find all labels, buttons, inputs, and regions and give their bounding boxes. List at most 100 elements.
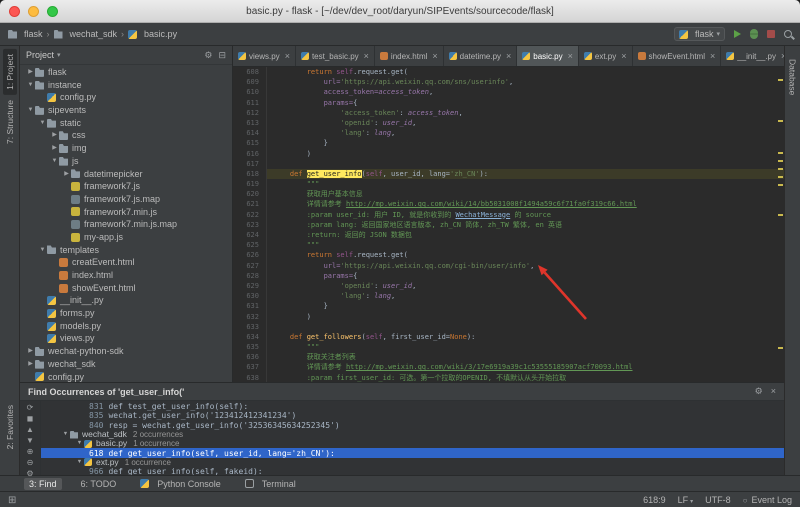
tree-toggle-icon[interactable]: ▶ (26, 358, 35, 371)
tab-test-basic-py[interactable]: test_basic.py × (296, 46, 375, 66)
code-lines[interactable]: return self.request.get( url='https://ap… (267, 67, 784, 382)
stripe-mark[interactable] (778, 347, 783, 349)
code-line-624[interactable]: :return: 返回的 JSON 数据包 (273, 230, 784, 240)
code-line-620[interactable]: 获取用户基本信息 (273, 189, 784, 199)
stripe-mark[interactable] (778, 168, 783, 170)
tree-toggle-icon[interactable]: ▼ (75, 439, 84, 448)
breadcrumb-item-wechat-sdk[interactable]: wechat_sdk (53, 29, 117, 39)
code-line-626[interactable]: return self.request.get( (273, 250, 784, 260)
toolwindow-button-2-favorites[interactable]: 2: Favorites (3, 400, 17, 454)
tree-item-wechat-sdk[interactable]: ▶ wechat_sdk (20, 358, 232, 371)
code-line-636[interactable]: 获取关注者列表 (273, 352, 784, 362)
tree-item-templates[interactable]: ▼ templates (20, 244, 232, 257)
caret-position[interactable]: 618:9 (643, 495, 666, 505)
tree-toggle-icon[interactable]: ▶ (26, 345, 35, 358)
usage-row[interactable]: 840 resp = wechat.get_user_info('32536345… (41, 421, 784, 430)
tree-item-framework7-js[interactable]: framework7.js (20, 180, 232, 193)
code-line-631[interactable]: } (273, 301, 784, 311)
tree-item-framework7-js-map[interactable]: framework7.js.map (20, 193, 232, 206)
tree-item-createvent-html[interactable]: creatEvent.html (20, 256, 232, 269)
stripe-mark[interactable] (778, 184, 783, 186)
toolwindow-button-3-find[interactable]: 3: Find (24, 477, 62, 490)
tab-showevent-html[interactable]: showEvent.html × (633, 46, 722, 66)
tab-views-py[interactable]: views.py × (233, 46, 296, 66)
close-tab-icon[interactable]: × (506, 51, 511, 61)
code-line-637[interactable]: 详情请参考 http://mp.weixin.qq.com/wiki/3/17e… (273, 362, 784, 372)
tree-toggle-icon[interactable]: ▶ (26, 66, 35, 79)
line-separator-indicator[interactable]: LF (678, 495, 694, 505)
tree-item-framework7-min-js[interactable]: framework7.min.js (20, 206, 232, 219)
code-line-635[interactable]: """ (273, 342, 784, 352)
code-line-608[interactable]: return self.request.get( (273, 67, 784, 77)
collapse-all-icon[interactable]: ⊖ (27, 458, 34, 468)
tree-item-datetimepicker[interactable]: ▶ datetimepicker (20, 168, 232, 181)
next-occurrence-icon[interactable]: ▼ (26, 436, 34, 446)
stripe-mark[interactable] (778, 176, 783, 178)
toolwindow-button-database[interactable]: Database (786, 54, 800, 100)
tree-item-static[interactable]: ▼ static (20, 117, 232, 130)
breadcrumb-item-basic-py[interactable]: basic.py (128, 29, 177, 39)
toolwindow-button-1-project[interactable]: 1: Project (2, 49, 17, 95)
expand-all-icon[interactable]: ⊕ (27, 447, 34, 457)
code-line-625[interactable]: """ (273, 240, 784, 250)
code-line-632[interactable]: ) (273, 312, 784, 322)
tree-item-wechat-python-sdk[interactable]: ▶ wechat-python-sdk (20, 345, 232, 358)
usage-row[interactable]: 618 def get_user_info(self, user_id, lang… (41, 448, 784, 458)
toolwindow-button-7-structure[interactable]: 7: Structure (3, 95, 17, 149)
tree-item-models-py[interactable]: models.py (20, 320, 232, 333)
rerun-icon[interactable]: ⟳ (27, 403, 34, 413)
event-log-button[interactable]: ○ Event Log (743, 495, 792, 505)
tree-item-config-py[interactable]: config.py (20, 91, 232, 104)
code-line-621[interactable]: 详情请参考 http://mp.weixin.qq.com/wiki/14/bb… (273, 199, 784, 209)
tree-toggle-icon[interactable]: ▶ (50, 142, 59, 155)
close-tab-icon[interactable]: × (364, 51, 369, 61)
code-line-615[interactable]: } (273, 138, 784, 148)
code-line-627[interactable]: url='https://api.weixin.qq.com/cgi-bin/u… (273, 261, 784, 271)
run-config-selector[interactable]: flask ▾ (673, 27, 725, 41)
tab-basic-py[interactable]: basic.py × (517, 46, 579, 66)
code-line-628[interactable]: params={ (273, 271, 784, 281)
code-line-614[interactable]: 'lang': lang, (273, 128, 784, 138)
project-panel-title[interactable]: Project (26, 50, 54, 60)
code-line-633[interactable] (273, 322, 784, 332)
close-icon[interactable]: × (771, 386, 776, 397)
tree-item-init-py[interactable]: __init__.py (20, 294, 232, 307)
breadcrumb-item-flask[interactable]: flask (8, 29, 43, 39)
usage-row[interactable]: 831 def test_get_user_info(self): (41, 402, 784, 411)
gear-icon[interactable]: ⚙ (755, 386, 763, 397)
code-line-630[interactable]: 'lang': lang, (273, 291, 784, 301)
code-line-611[interactable]: params={ (273, 98, 784, 108)
tree-item-instance[interactable]: ▼ instance (20, 79, 232, 92)
code-line-618[interactable]: def get_user_info(self, user_id, lang='z… (267, 168, 784, 180)
tree-toggle-icon[interactable]: ▶ (62, 168, 71, 181)
file-encoding-indicator[interactable]: UTF-8 (705, 495, 731, 505)
code-line-634[interactable]: def get_followers(self, first_user_id=No… (273, 332, 784, 342)
tab-ext-py[interactable]: ext.py × (579, 46, 633, 66)
code-line-619[interactable]: """ (273, 179, 784, 189)
close-tab-icon[interactable]: × (285, 51, 290, 61)
code-line-616[interactable]: ) (273, 149, 784, 159)
tree-item-sipevents[interactable]: ▼ sipevents (20, 104, 232, 117)
tab-index-html[interactable]: index.html × (375, 46, 444, 66)
previous-occurrence-icon[interactable]: ▲ (26, 425, 34, 435)
tree-item-css[interactable]: ▶ css (20, 129, 232, 142)
tree-toggle-icon[interactable]: ▼ (26, 79, 35, 92)
tree-item-showevent-html[interactable]: showEvent.html (20, 282, 232, 295)
code-line-622[interactable]: :param user_id: 用户 ID, 就是你收到的 WechatMess… (273, 210, 784, 220)
stripe-mark[interactable] (778, 152, 783, 154)
settings-icon[interactable]: ⚙ (204, 50, 212, 61)
debug-button[interactable] (750, 29, 758, 39)
usage-group-row[interactable]: ▼ basic.py 1 occurrence (41, 438, 784, 448)
tree-item-views-py[interactable]: views.py (20, 332, 232, 345)
tree-item-forms-py[interactable]: forms.py (20, 307, 232, 320)
code-line-617[interactable] (273, 159, 784, 169)
close-tab-icon[interactable]: × (432, 51, 437, 61)
toolwindow-switcher-icon[interactable]: ⊞ (8, 495, 16, 506)
close-tab-icon[interactable]: × (621, 51, 626, 61)
usage-group-row[interactable]: ▼ wechat_sdk 2 occurrences (41, 429, 784, 439)
code-line-629[interactable]: 'openid': user_id, (273, 281, 784, 291)
code-line-609[interactable]: url='https://api.weixin.qq.com/sns/useri… (273, 77, 784, 87)
search-everywhere-icon[interactable] (784, 30, 792, 38)
tree-toggle-icon[interactable]: ▼ (61, 430, 70, 439)
run-button[interactable] (734, 30, 741, 38)
